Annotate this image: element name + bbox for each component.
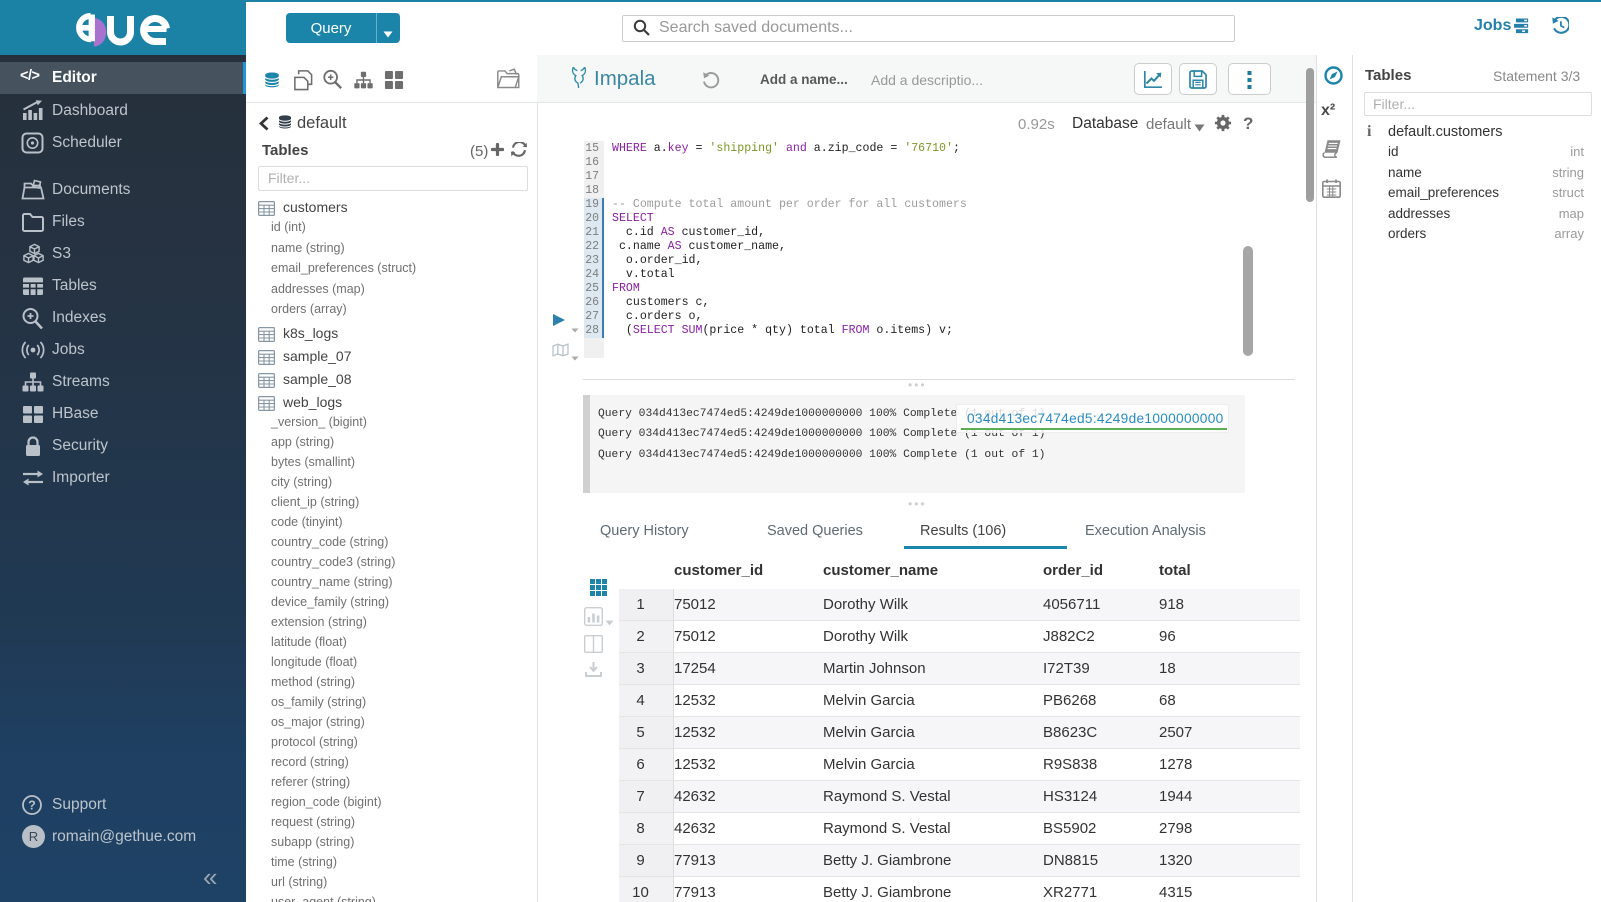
svg-text:?: ? [28, 799, 36, 813]
